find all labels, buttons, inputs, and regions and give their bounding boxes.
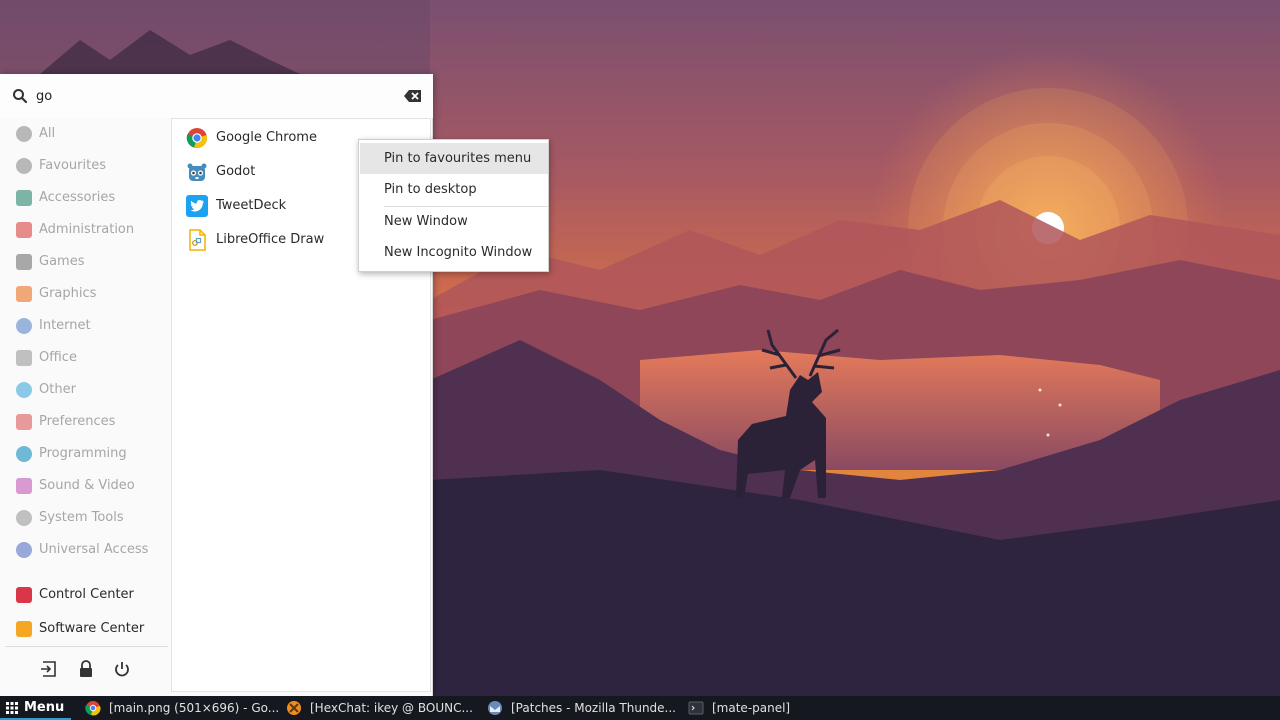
heart-icon	[16, 158, 32, 174]
category-label: System Tools	[39, 510, 124, 525]
category-internet[interactable]: Internet	[0, 310, 171, 342]
menu-item-label: New Window	[384, 214, 468, 229]
category-divider	[5, 646, 168, 647]
menu-button-label: Menu	[24, 700, 65, 715]
code-icon	[16, 446, 32, 462]
session-actions	[0, 660, 171, 682]
control-center-icon	[16, 587, 32, 603]
pin-to-favourites-item[interactable]: Pin to favourites menu	[360, 143, 548, 174]
gamepad-icon	[16, 254, 32, 270]
logout-icon[interactable]	[40, 660, 58, 678]
task-label: [Patches - Mozilla Thunde...	[511, 701, 676, 715]
clear-search-icon[interactable]	[403, 88, 423, 104]
category-label: Graphics	[39, 286, 97, 301]
category-accessories[interactable]: Accessories	[0, 182, 171, 214]
search-icon	[13, 89, 28, 104]
system-control-center[interactable]: Control Center	[0, 579, 171, 611]
context-menu: Pin to favourites menu Pin to desktop Ne…	[358, 139, 549, 272]
category-system-tools[interactable]: System Tools	[0, 502, 171, 534]
task-mate-panel-window[interactable]: [mate-panel]	[688, 696, 808, 720]
chrome-icon	[186, 128, 208, 148]
new-incognito-window-item[interactable]: New Incognito Window	[360, 237, 548, 268]
category-graphics[interactable]: Graphics	[0, 278, 171, 310]
libreoffice-draw-icon	[189, 229, 206, 251]
category-all[interactable]: All	[0, 118, 171, 150]
category-favourites[interactable]: Favourites	[0, 150, 171, 182]
category-label: Administration	[39, 222, 135, 237]
pin-to-desktop-item[interactable]: Pin to desktop	[360, 174, 548, 205]
software-center-icon	[16, 621, 32, 637]
preferences-icon	[16, 414, 32, 430]
result-label: LibreOffice Draw	[216, 232, 325, 247]
system-software-center[interactable]: Software Center	[0, 613, 171, 645]
category-label: Preferences	[39, 414, 116, 429]
result-label: Google Chrome	[216, 130, 317, 145]
category-label: Other	[39, 382, 76, 397]
category-preferences[interactable]: Preferences	[0, 406, 171, 438]
category-universal-access[interactable]: Universal Access	[0, 534, 171, 566]
result-label: Godot	[216, 164, 256, 179]
star-icon	[16, 126, 32, 142]
task-label: [mate-panel]	[712, 701, 791, 715]
taskbar: Menu [main.png (501×696) - Go... [HexCha…	[0, 696, 1280, 720]
category-games[interactable]: Games	[0, 246, 171, 278]
download-icon	[16, 382, 32, 398]
app-grid-icon	[6, 702, 18, 714]
menu-button[interactable]: Menu	[0, 696, 71, 720]
task-label: [HexChat: ikey @ BOUNC...	[310, 701, 473, 715]
accessibility-icon	[16, 542, 32, 558]
system-item-label: Software Center	[39, 621, 145, 636]
task-label: [main.png (501×696) - Go...	[109, 701, 280, 715]
chrome-icon	[85, 701, 101, 716]
category-other[interactable]: Other	[0, 374, 171, 406]
accessories-icon	[16, 190, 32, 206]
category-label: Universal Access	[39, 542, 149, 557]
category-label: All	[39, 126, 56, 141]
category-administration[interactable]: Administration	[0, 214, 171, 246]
category-label: Office	[39, 350, 77, 365]
menu-item-label: Pin to desktop	[384, 182, 477, 197]
search-input[interactable]	[36, 86, 386, 106]
thunderbird-icon	[488, 701, 502, 715]
search-bar	[0, 74, 433, 118]
category-label: Sound & Video	[39, 478, 135, 493]
category-list: All Favourites Accessories Administration Ga…	[0, 118, 171, 574]
category-label: Internet	[39, 318, 91, 333]
system-item-label: Control Center	[39, 587, 134, 602]
task-thunderbird-window[interactable]: [Patches - Mozilla Thunde...	[487, 696, 682, 720]
power-icon[interactable]	[113, 660, 131, 678]
result-label: TweetDeck	[216, 198, 287, 213]
category-sound-video[interactable]: Sound & Video	[0, 470, 171, 502]
task-gimp-window[interactable]: [main.png (501×696) - Go...	[85, 696, 280, 720]
category-label: Accessories	[39, 190, 116, 205]
category-programming[interactable]: Programming	[0, 438, 171, 470]
globe-icon	[16, 318, 32, 334]
media-icon	[16, 478, 32, 494]
administration-icon	[16, 222, 32, 238]
category-label: Games	[39, 254, 85, 269]
menu-item-label: New Incognito Window	[384, 245, 533, 260]
menu-item-label: Pin to favourites menu	[384, 151, 532, 166]
hexchat-icon	[287, 701, 301, 715]
godot-icon	[187, 163, 207, 181]
category-label: Programming	[39, 446, 127, 461]
tweetdeck-icon	[186, 195, 208, 217]
document-icon	[16, 350, 32, 366]
graphics-icon	[16, 286, 32, 302]
category-label: Favourites	[39, 158, 106, 173]
task-hexchat-window[interactable]: [HexChat: ikey @ BOUNC...	[286, 696, 481, 720]
terminal-icon	[688, 701, 704, 715]
lock-icon[interactable]	[77, 660, 95, 678]
gear-icon	[16, 510, 32, 526]
category-office[interactable]: Office	[0, 342, 171, 374]
new-window-item[interactable]: New Window	[360, 206, 548, 237]
